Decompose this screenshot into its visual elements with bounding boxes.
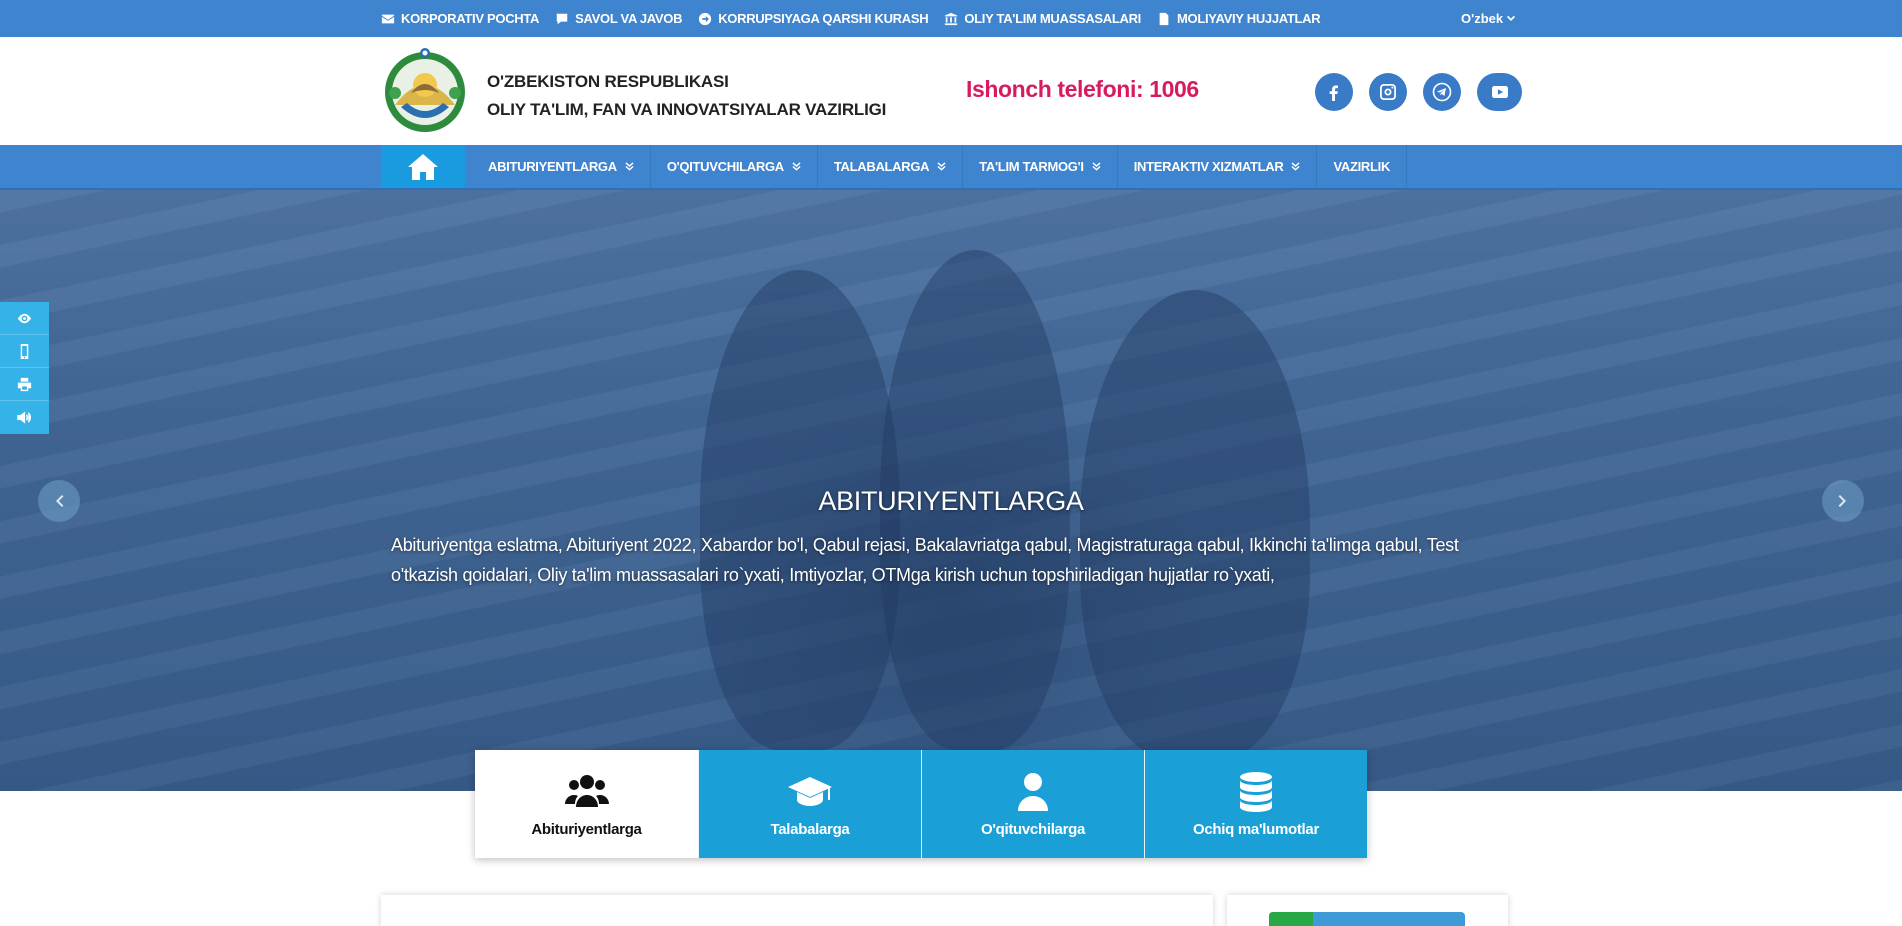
- facebook-button[interactable]: [1315, 73, 1353, 111]
- mobile-icon: [20, 343, 29, 359]
- sidebar-panel: [1227, 895, 1508, 926]
- telegram-button[interactable]: [1423, 73, 1461, 111]
- news-panel: [381, 895, 1213, 926]
- print-button[interactable]: [0, 368, 49, 401]
- top-link-universities[interactable]: OLIY TA'LIM MUASSASALARI: [944, 11, 1141, 26]
- top-link-label: OLIY TA'LIM MUASSASALARI: [964, 11, 1141, 26]
- top-link-label: MOLIYAVIY HUJJATLAR: [1177, 11, 1321, 26]
- card-label: Talabalarga: [770, 820, 850, 838]
- user-icon: [1018, 772, 1048, 811]
- youtube-button[interactable]: [1477, 73, 1522, 111]
- hero-description: Abituriyentga eslatma, Abituriyent 2022,…: [391, 535, 1459, 585]
- home-icon: [408, 153, 438, 180]
- users-icon: [564, 774, 609, 807]
- hero-title: ABITURIYENTLARGA: [818, 486, 1084, 516]
- nav-item-label: ABITURIYENTLARGA: [488, 159, 617, 174]
- hero-slider: ABITURIYENTLARGA Abituriyentga eslatma, …: [0, 190, 1902, 791]
- nav-menu: ABITURIYENTLARGA O'QITUVCHILARGA TALABAL…: [472, 145, 1408, 188]
- hotline-phone[interactable]: Ishonch telefoni: 1006: [966, 76, 1199, 103]
- mobile-version-button[interactable]: [0, 335, 49, 368]
- youtube-icon: [1491, 86, 1508, 98]
- chevron-left-icon: [56, 495, 64, 507]
- nav-item-applicants[interactable]: ABITURIYENTLARGA: [472, 145, 651, 188]
- nav-item-label: TALABALARGA: [833, 159, 930, 174]
- comment-icon: [555, 12, 569, 26]
- language-selector[interactable]: O'zbek: [1461, 0, 1516, 37]
- card-label: O'qituvchilarga: [980, 820, 1086, 838]
- university-icon: [944, 12, 958, 26]
- top-link-anti-corruption[interactable]: KORRUPSIYAGA QARSHI KURASH: [698, 11, 929, 26]
- language-label: O'zbek: [1461, 11, 1504, 26]
- audio-button[interactable]: [0, 401, 49, 434]
- card-students[interactable]: Talabalarga: [698, 750, 921, 858]
- visually-impaired-button[interactable]: [0, 302, 49, 335]
- social-links: [1315, 73, 1522, 111]
- eye-icon: [17, 313, 32, 323]
- arrow-circle-icon: [698, 12, 712, 26]
- double-chevron-down-icon: [1291, 162, 1301, 171]
- organization-name: O'ZBEKISTON RESPUBLIKASI OLIY TA'LIM, FA…: [487, 68, 886, 124]
- telegram-icon: [1432, 82, 1452, 102]
- site-header: O'ZBEKISTON RESPUBLIKASI OLIY TA'LIM, FA…: [0, 37, 1902, 145]
- card-teachers[interactable]: O'qituvchilarga: [921, 750, 1144, 858]
- print-icon: [17, 377, 32, 391]
- double-chevron-down-icon: [937, 162, 946, 171]
- top-link-corporate-mail[interactable]: KORPORATIV POCHTA: [381, 11, 539, 26]
- nav-item-students[interactable]: TALABALARGA: [818, 145, 964, 188]
- top-links: KORPORATIV POCHTA SAVOL VA JAVOB KORRUPS…: [381, 0, 1336, 37]
- org-name-line1: O'ZBEKISTON RESPUBLIKASI: [487, 72, 729, 91]
- nav-item-label: INTERAKTIV XIZMATLAR: [1133, 159, 1284, 174]
- envelope-icon: [381, 12, 395, 26]
- chevron-right-icon: [1838, 495, 1846, 507]
- double-chevron-down-icon: [625, 162, 634, 171]
- graduation-cap-icon: [788, 776, 832, 806]
- nav-item-ministry[interactable]: VAZIRLIK: [1317, 145, 1408, 188]
- facebook-icon: [1329, 85, 1338, 101]
- home-button[interactable]: [381, 145, 465, 188]
- double-chevron-down-icon: [1092, 162, 1101, 171]
- card-applicants[interactable]: Abituriyentlarga: [475, 750, 698, 858]
- card-open-data[interactable]: Ochiq ma'lumotlar: [1144, 750, 1367, 858]
- main-navigation: ABITURIYENTLARGA O'QITUVCHILARGA TALABAL…: [0, 145, 1902, 190]
- accessibility-toolbar: [0, 302, 49, 434]
- instagram-button[interactable]: [1369, 73, 1407, 111]
- instagram-icon: [1380, 84, 1396, 100]
- slider-next-button[interactable]: [1822, 480, 1864, 522]
- card-label: Abituriyentlarga: [531, 820, 642, 838]
- double-chevron-down-icon: [792, 162, 801, 171]
- speaker-icon: [17, 411, 32, 424]
- state-emblem-logo[interactable]: [381, 45, 469, 135]
- top-link-financial-docs[interactable]: MOLIYAVIY HUJJATLAR: [1157, 11, 1321, 26]
- top-link-label: KORRUPSIYAGA QARSHI KURASH: [718, 11, 929, 26]
- calendar-icon: [1269, 912, 1313, 926]
- quick-access-cards: Abituriyentlarga Talabalarga O'qituvchil…: [475, 750, 1367, 858]
- nav-item-interactive-services[interactable]: INTERAKTIV XIZMATLAR: [1118, 145, 1318, 188]
- top-link-label: KORPORATIV POCHTA: [401, 11, 540, 26]
- top-bar: KORPORATIV POCHTA SAVOL VA JAVOB KORRUPS…: [0, 0, 1902, 37]
- sidebar-tab[interactable]: [1269, 912, 1465, 926]
- slider-prev-button[interactable]: [38, 480, 80, 522]
- database-icon: [1240, 771, 1272, 812]
- top-link-faq[interactable]: SAVOL VA JAVOB: [555, 11, 683, 26]
- nav-item-teachers[interactable]: O'QITUVCHILARGA: [651, 145, 818, 188]
- nav-item-label: TA'LIM TARMOG'I: [979, 159, 1084, 174]
- nav-item-education-network[interactable]: TA'LIM TARMOG'I: [963, 145, 1118, 188]
- top-link-label: SAVOL VA JAVOB: [575, 11, 683, 26]
- card-label: Ochiq ma'lumotlar: [1193, 820, 1319, 838]
- document-icon: [1157, 12, 1171, 26]
- nav-item-label: O'QITUVCHILARGA: [666, 159, 784, 174]
- chevron-down-icon: [1507, 15, 1516, 21]
- org-name-line2: OLIY TA'LIM, FAN VA INNOVATSIYALAR VAZIR…: [487, 100, 887, 119]
- nav-item-label: VAZIRLIK: [1333, 159, 1391, 174]
